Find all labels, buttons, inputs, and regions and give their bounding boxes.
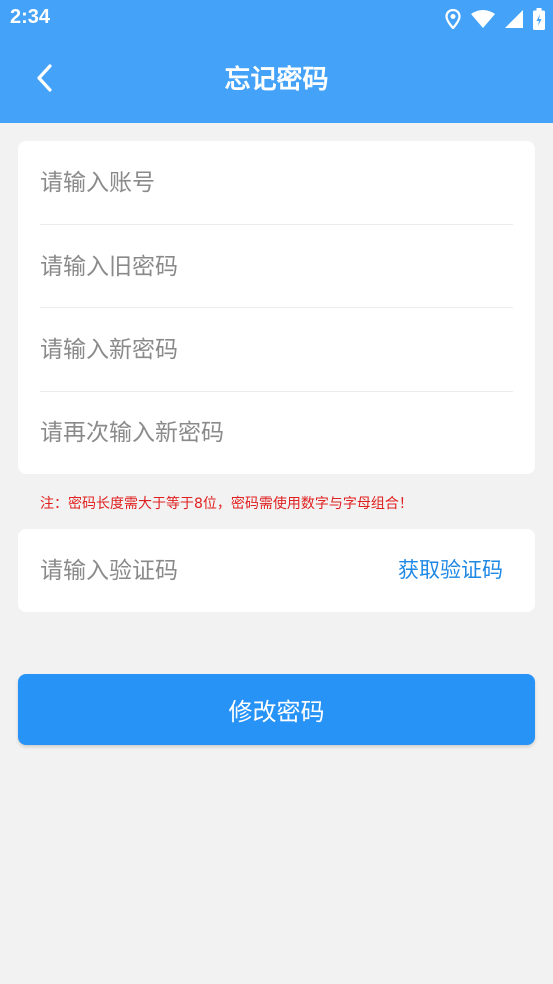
- back-button[interactable]: [22, 58, 66, 102]
- new-password-input[interactable]: [40, 308, 513, 391]
- verify-code-input[interactable]: [40, 529, 380, 612]
- status-icons: [445, 6, 545, 32]
- account-field-row: [40, 141, 513, 224]
- confirm-password-input[interactable]: [40, 391, 513, 474]
- wifi-icon: [471, 10, 495, 28]
- battery-icon: [533, 8, 545, 30]
- app-header: 2:34 忘记密码: [0, 0, 553, 123]
- password-form-card: [18, 141, 535, 474]
- new-password-field-row: [40, 308, 513, 391]
- verify-code-field-row: [40, 529, 380, 612]
- change-password-button[interactable]: 修改密码: [18, 674, 535, 745]
- account-input[interactable]: [40, 141, 513, 224]
- confirm-password-field-row: [40, 391, 513, 474]
- get-code-button[interactable]: 获取验证码: [398, 529, 503, 612]
- status-time: 2:34: [10, 6, 51, 28]
- nav-bar: 忘记密码: [0, 38, 553, 123]
- old-password-field-row: [40, 225, 513, 308]
- signal-icon: [505, 10, 523, 28]
- location-icon: [445, 9, 461, 29]
- verify-code-card: 获取验证码: [18, 529, 535, 612]
- page-title: 忘记密码: [224, 65, 329, 95]
- status-bar: 2:34: [0, 0, 553, 38]
- chevron-left-icon: [35, 63, 53, 97]
- old-password-input[interactable]: [40, 225, 513, 308]
- password-rule-note: 注：密码长度需大于等于8位，密码需使用数字与字母组合！: [40, 496, 413, 512]
